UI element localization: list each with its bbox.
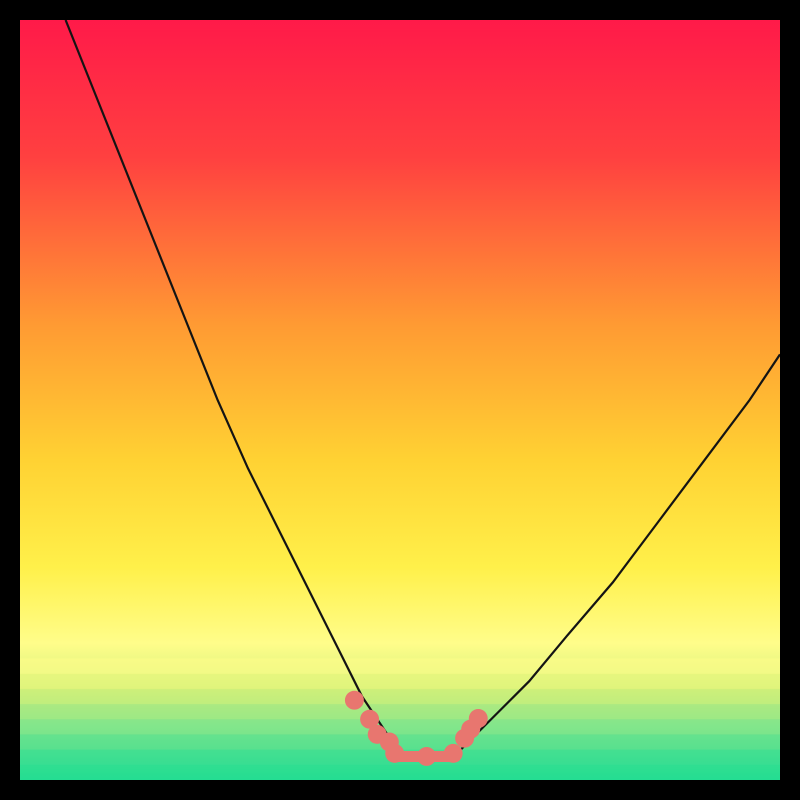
chart-frame: TheBottleneck.com: [20, 20, 780, 780]
chart-svg: [20, 20, 780, 780]
marker-dot: [385, 744, 404, 763]
marker-dot: [417, 747, 436, 766]
marker-dot: [469, 709, 488, 728]
marker-dot: [444, 744, 463, 763]
marker-dot: [345, 691, 364, 710]
